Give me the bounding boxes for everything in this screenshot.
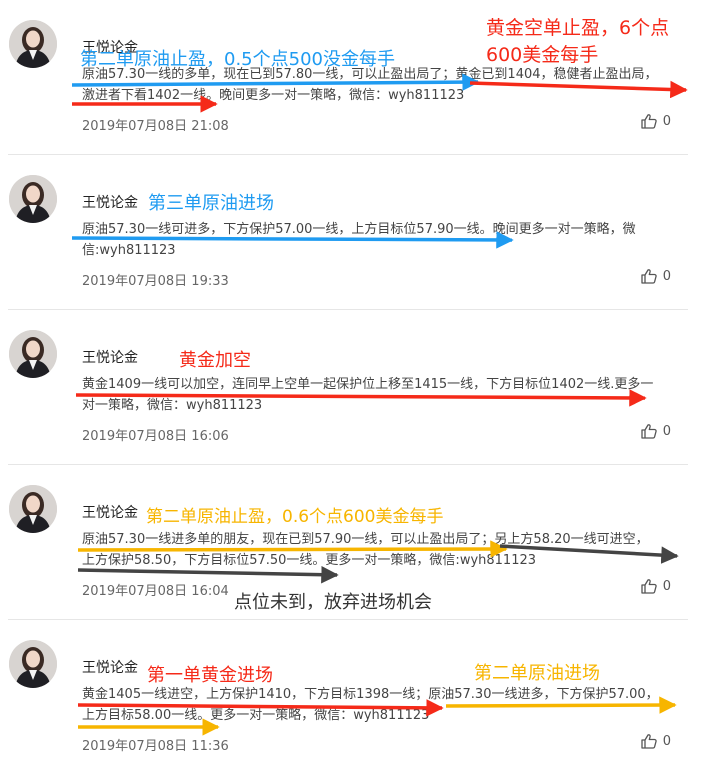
post-body: 黄金1409一线可以加空，连同早上空单一起保护位上移至1415一线，下方目标位1… [82, 374, 694, 416]
post-body: 原油57.30一线可进多，下方保护57.00一线，上方目标位57.90一线。晚间… [82, 219, 694, 261]
post-body-line: 上方目标58.00一线。更多一对一策略，微信：wyh811123 [82, 708, 430, 723]
post-item: 王悦论金 原油57.30一线可进多，下方保护57.00一线，上方目标位57.90… [0, 155, 704, 310]
like-button[interactable]: 0 [641, 114, 671, 129]
annotation-p1-blue: 第二单原油止盈，0.5个点500没金每手 [80, 49, 395, 70]
annotation-p1-red-line2: 600美金每手 [486, 44, 599, 66]
post-body-line: 原油57.30一线进多单的朋友，现在已到57.90一线，可以止盈出局了；另上方5… [82, 532, 649, 547]
annotation-p1-red-line1: 黄金空单止盈，6个点 [486, 17, 670, 39]
like-count: 0 [662, 579, 671, 594]
like-button[interactable]: 0 [641, 269, 671, 284]
like-count: 0 [662, 424, 671, 439]
annotation-p5-orange: 第二单原油进场 [474, 663, 600, 684]
like-count: 0 [662, 269, 671, 284]
like-count: 0 [662, 114, 671, 129]
annotation-p3-red: 黄金加空 [179, 350, 251, 371]
post-body-line: 信:wyh811123 [82, 243, 176, 258]
post-body-line: 黄金1409一线可以加空，连同早上空单一起保护位上移至1415一线，下方目标位1… [82, 377, 654, 392]
post-body-line: 黄金1405一线进空，上方保护1410，下方目标1398一线；原油57.30一线… [82, 687, 659, 702]
author-name[interactable]: 王悦论金 [82, 657, 138, 677]
avatar[interactable] [9, 640, 57, 688]
annotation-p4-orange: 第二单原油止盈，0.6个点600美金每手 [146, 507, 444, 527]
like-button[interactable]: 0 [641, 734, 671, 749]
post-timestamp: 2019年07月08日 19:33 [82, 274, 229, 289]
post-body: 黄金1405一线进空，上方保护1410，下方目标1398一线；原油57.30一线… [82, 684, 694, 726]
post-body-line: 上方保护58.50，下方目标位57.50一线。更多一对一策略，微信:wyh811… [82, 553, 537, 568]
thumbs-up-icon [641, 579, 657, 594]
post-item: 王悦论金 黄金1409一线可以加空，连同早上空单一起保护位上移至1415一线，下… [0, 310, 704, 465]
post-timestamp: 2019年07月08日 21:08 [82, 119, 229, 134]
post-body-line: 原油57.30一线可进多，下方保护57.00一线，上方目标位57.90一线。晚间… [82, 222, 636, 237]
post-timestamp: 2019年07月08日 11:36 [82, 739, 229, 754]
thumbs-up-icon [641, 734, 657, 749]
avatar[interactable] [9, 20, 57, 68]
thumbs-up-icon [641, 114, 657, 129]
post-timestamp: 2019年07月08日 16:06 [82, 429, 229, 444]
like-button[interactable]: 0 [641, 424, 671, 439]
post-body-line: 对一策略，微信：wyh811123 [82, 398, 263, 413]
author-name[interactable]: 王悦论金 [82, 502, 138, 522]
annotation-p5-red: 第一单黄金进场 [147, 665, 273, 686]
like-button[interactable]: 0 [641, 579, 671, 594]
post-timestamp: 2019年07月08日 16:04 [82, 584, 229, 599]
avatar[interactable] [9, 485, 57, 533]
author-name[interactable]: 王悦论金 [82, 192, 138, 212]
thumbs-up-icon [641, 269, 657, 284]
post-body-line: 激进者下看1402一线。晚间更多一对一策略，微信：wyh811123 [82, 88, 465, 103]
annotation-p4-dark: 点位未到，放弃进场机会 [234, 592, 432, 613]
avatar[interactable] [9, 175, 57, 223]
post-body: 原油57.30一线进多单的朋友，现在已到57.90一线，可以止盈出局了；另上方5… [82, 529, 694, 571]
like-count: 0 [662, 734, 671, 749]
thumbs-up-icon [641, 424, 657, 439]
annotation-p2-blue: 第三单原油进场 [148, 193, 274, 214]
post-item: 王悦论金 黄金1405一线进空，上方保护1410，下方目标1398一线；原油57… [0, 620, 704, 772]
author-name[interactable]: 王悦论金 [82, 347, 138, 367]
avatar[interactable] [9, 330, 57, 378]
